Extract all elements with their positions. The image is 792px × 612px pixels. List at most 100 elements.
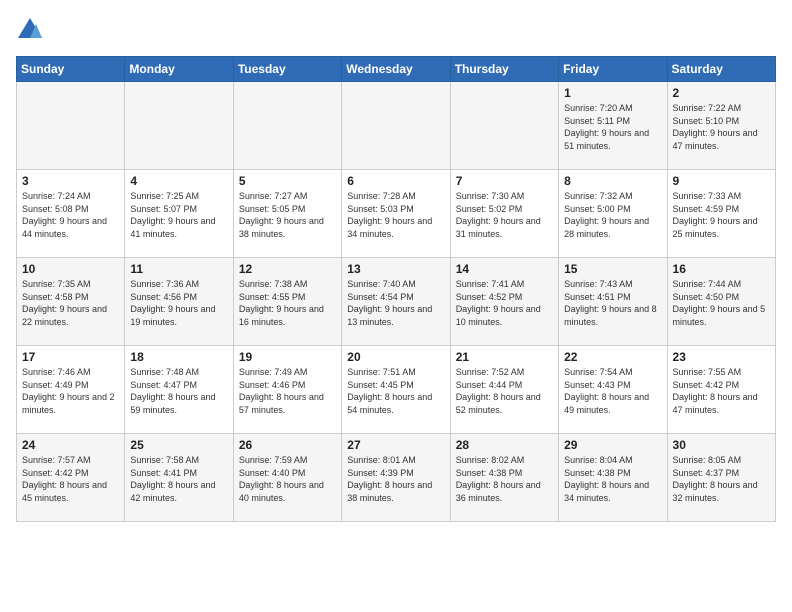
day-info: Sunrise: 7:52 AM Sunset: 4:44 PM Dayligh…	[456, 366, 553, 416]
day-info: Sunrise: 7:30 AM Sunset: 5:02 PM Dayligh…	[456, 190, 553, 240]
day-info: Sunrise: 7:55 AM Sunset: 4:42 PM Dayligh…	[673, 366, 770, 416]
calendar-cell: 22Sunrise: 7:54 AM Sunset: 4:43 PM Dayli…	[559, 346, 667, 434]
day-info: Sunrise: 7:27 AM Sunset: 5:05 PM Dayligh…	[239, 190, 336, 240]
calendar-cell: 20 Sunrise: 7:51 AM Sunset: 4:45 PM Dayli…	[342, 346, 450, 434]
calendar-cell: 28Sunrise: 8:02 AM Sunset: 4:38 PM Dayli…	[450, 434, 558, 522]
calendar-cell: 10 Sunrise: 7:35 AM Sunset: 4:58 PM Dayli…	[17, 258, 125, 346]
calendar-cell: 6 Sunrise: 7:28 AM Sunset: 5:03 PM Daylig…	[342, 170, 450, 258]
day-number: 7	[456, 174, 553, 188]
day-info: Sunrise: 8:04 AM Sunset: 4:38 PM Dayligh…	[564, 454, 661, 504]
day-info: Sunrise: 7:59 AM Sunset: 4:40 PM Dayligh…	[239, 454, 336, 504]
calendar-cell: 12 Sunrise: 7:38 AM Sunset: 4:55 PM Dayli…	[233, 258, 341, 346]
day-info: Sunrise: 8:02 AM Sunset: 4:38 PM Dayligh…	[456, 454, 553, 504]
calendar-cell	[342, 82, 450, 170]
day-number: 8	[564, 174, 661, 188]
header-day-tuesday: Tuesday	[233, 57, 341, 82]
calendar-cell: 16Sunrise: 7:44 AM Sunset: 4:50 PM Dayli…	[667, 258, 775, 346]
day-number: 22	[564, 350, 661, 364]
logo-icon	[16, 16, 44, 44]
day-number: 19	[239, 350, 336, 364]
week-row-3: 10 Sunrise: 7:35 AM Sunset: 4:58 PM Dayli…	[17, 258, 776, 346]
header-day-monday: Monday	[125, 57, 233, 82]
calendar-cell: 2 Sunrise: 7:22 AM Sunset: 5:10 PM Daylig…	[667, 82, 775, 170]
page-header	[16, 16, 776, 44]
day-number: 20	[347, 350, 444, 364]
calendar-table: SundayMondayTuesdayWednesdayThursdayFrid…	[16, 56, 776, 522]
day-info: Sunrise: 7:36 AM Sunset: 4:56 PM Dayligh…	[130, 278, 227, 328]
day-number: 24	[22, 438, 119, 452]
header-row: SundayMondayTuesdayWednesdayThursdayFrid…	[17, 57, 776, 82]
day-number: 23	[673, 350, 770, 364]
day-number: 18	[130, 350, 227, 364]
week-row-1: 1 Sunrise: 7:20 AM Sunset: 5:11 PM Daylig…	[17, 82, 776, 170]
day-info: Sunrise: 7:41 AM Sunset: 4:52 PM Dayligh…	[456, 278, 553, 328]
calendar-cell: 14 Sunrise: 7:41 AM Sunset: 4:52 PM Dayli…	[450, 258, 558, 346]
calendar-cell: 15 Sunrise: 7:43 AM Sunset: 4:51 PM Dayli…	[559, 258, 667, 346]
header-day-sunday: Sunday	[17, 57, 125, 82]
day-info: Sunrise: 7:48 AM Sunset: 4:47 PM Dayligh…	[130, 366, 227, 416]
calendar-cell: 11 Sunrise: 7:36 AM Sunset: 4:56 PM Dayli…	[125, 258, 233, 346]
day-number: 2	[673, 86, 770, 100]
day-number: 12	[239, 262, 336, 276]
day-number: 6	[347, 174, 444, 188]
day-info: Sunrise: 7:58 AM Sunset: 4:41 PM Dayligh…	[130, 454, 227, 504]
day-number: 15	[564, 262, 661, 276]
day-info: Sunrise: 7:43 AM Sunset: 4:51 PM Dayligh…	[564, 278, 661, 328]
day-number: 25	[130, 438, 227, 452]
day-number: 4	[130, 174, 227, 188]
calendar-cell: 4 Sunrise: 7:25 AM Sunset: 5:07 PM Daylig…	[125, 170, 233, 258]
calendar-cell	[233, 82, 341, 170]
day-info: Sunrise: 7:49 AM Sunset: 4:46 PM Dayligh…	[239, 366, 336, 416]
calendar-cell	[17, 82, 125, 170]
calendar-cell: 1 Sunrise: 7:20 AM Sunset: 5:11 PM Daylig…	[559, 82, 667, 170]
header-day-thursday: Thursday	[450, 57, 558, 82]
calendar-cell	[450, 82, 558, 170]
logo	[16, 16, 48, 44]
day-info: Sunrise: 7:22 AM Sunset: 5:10 PM Dayligh…	[673, 102, 770, 152]
calendar-cell: 24 Sunrise: 7:57 AM Sunset: 4:42 PM Dayli…	[17, 434, 125, 522]
day-info: Sunrise: 7:57 AM Sunset: 4:42 PM Dayligh…	[22, 454, 119, 504]
day-number: 10	[22, 262, 119, 276]
calendar-cell: 19 Sunrise: 7:49 AM Sunset: 4:46 PM Dayli…	[233, 346, 341, 434]
day-number: 14	[456, 262, 553, 276]
calendar-cell: 29 Sunrise: 8:04 AM Sunset: 4:38 PM Dayli…	[559, 434, 667, 522]
day-info: Sunrise: 7:40 AM Sunset: 4:54 PM Dayligh…	[347, 278, 444, 328]
day-number: 1	[564, 86, 661, 100]
calendar-cell: 5 Sunrise: 7:27 AM Sunset: 5:05 PM Daylig…	[233, 170, 341, 258]
calendar-cell: 13 Sunrise: 7:40 AM Sunset: 4:54 PM Dayli…	[342, 258, 450, 346]
day-info: Sunrise: 7:28 AM Sunset: 5:03 PM Dayligh…	[347, 190, 444, 240]
calendar-cell: 27Sunrise: 8:01 AM Sunset: 4:39 PM Dayli…	[342, 434, 450, 522]
day-number: 17	[22, 350, 119, 364]
day-info: Sunrise: 7:32 AM Sunset: 5:00 PM Dayligh…	[564, 190, 661, 240]
header-day-friday: Friday	[559, 57, 667, 82]
day-number: 5	[239, 174, 336, 188]
calendar-cell	[125, 82, 233, 170]
day-number: 26	[239, 438, 336, 452]
calendar-cell: 18 Sunrise: 7:48 AM Sunset: 4:47 PM Dayli…	[125, 346, 233, 434]
calendar-cell: 21 Sunrise: 7:52 AM Sunset: 4:44 PM Dayli…	[450, 346, 558, 434]
day-info: Sunrise: 7:25 AM Sunset: 5:07 PM Dayligh…	[130, 190, 227, 240]
day-number: 3	[22, 174, 119, 188]
week-row-2: 3Sunrise: 7:24 AM Sunset: 5:08 PM Daylig…	[17, 170, 776, 258]
calendar-cell: 9 Sunrise: 7:33 AM Sunset: 4:59 PM Daylig…	[667, 170, 775, 258]
day-number: 11	[130, 262, 227, 276]
day-number: 21	[456, 350, 553, 364]
day-info: Sunrise: 7:44 AM Sunset: 4:50 PM Dayligh…	[673, 278, 770, 328]
calendar-cell: 25 Sunrise: 7:58 AM Sunset: 4:41 PM Dayli…	[125, 434, 233, 522]
day-number: 9	[673, 174, 770, 188]
calendar-cell: 26 Sunrise: 7:59 AM Sunset: 4:40 PM Dayli…	[233, 434, 341, 522]
calendar-cell: 30Sunrise: 8:05 AM Sunset: 4:37 PM Dayli…	[667, 434, 775, 522]
day-number: 13	[347, 262, 444, 276]
header-day-saturday: Saturday	[667, 57, 775, 82]
header-day-wednesday: Wednesday	[342, 57, 450, 82]
day-info: Sunrise: 8:01 AM Sunset: 4:39 PM Dayligh…	[347, 454, 444, 504]
calendar-cell: 8 Sunrise: 7:32 AM Sunset: 5:00 PM Daylig…	[559, 170, 667, 258]
day-info: Sunrise: 7:51 AM Sunset: 4:45 PM Dayligh…	[347, 366, 444, 416]
day-info: Sunrise: 7:20 AM Sunset: 5:11 PM Dayligh…	[564, 102, 661, 152]
day-number: 29	[564, 438, 661, 452]
week-row-4: 17Sunrise: 7:46 AM Sunset: 4:49 PM Dayli…	[17, 346, 776, 434]
day-info: Sunrise: 7:38 AM Sunset: 4:55 PM Dayligh…	[239, 278, 336, 328]
day-info: Sunrise: 7:33 AM Sunset: 4:59 PM Dayligh…	[673, 190, 770, 240]
day-info: Sunrise: 8:05 AM Sunset: 4:37 PM Dayligh…	[673, 454, 770, 504]
day-info: Sunrise: 7:35 AM Sunset: 4:58 PM Dayligh…	[22, 278, 119, 328]
